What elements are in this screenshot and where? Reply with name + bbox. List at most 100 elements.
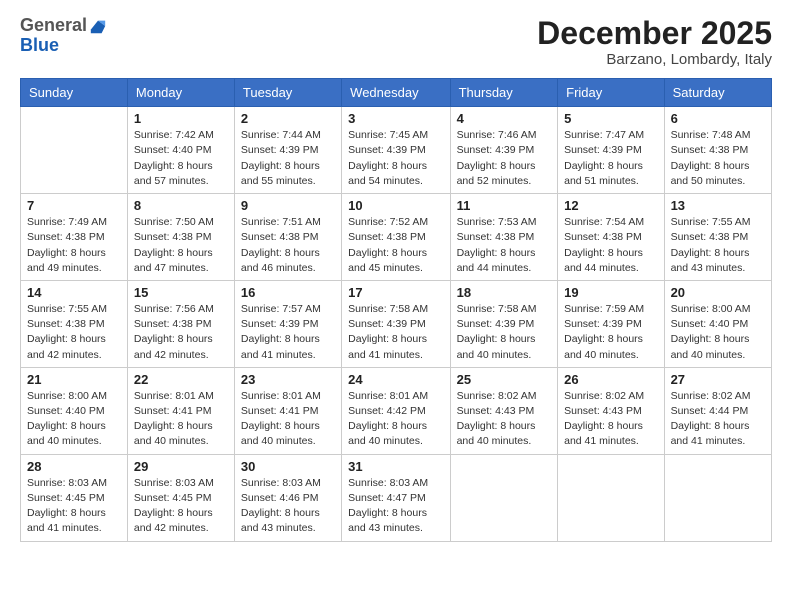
day-number: 13 <box>671 198 765 213</box>
day-info: Sunrise: 8:00 AMSunset: 4:40 PMDaylight:… <box>671 302 765 363</box>
calendar-cell: 9 Sunrise: 7:51 AMSunset: 4:38 PMDaylight… <box>234 194 341 281</box>
day-number: 6 <box>671 111 765 126</box>
calendar-cell: 2 Sunrise: 7:44 AMSunset: 4:39 PMDaylight… <box>234 107 341 194</box>
day-info: Sunrise: 7:45 AMSunset: 4:39 PMDaylight:… <box>348 128 443 189</box>
day-number: 30 <box>241 459 335 474</box>
day-info: Sunrise: 8:03 AMSunset: 4:45 PMDaylight:… <box>134 476 228 537</box>
calendar-cell <box>21 107 128 194</box>
day-number: 2 <box>241 111 335 126</box>
day-number: 20 <box>671 285 765 300</box>
calendar-cell: 19 Sunrise: 7:59 AMSunset: 4:39 PMDayligh… <box>558 280 664 367</box>
day-info: Sunrise: 7:42 AMSunset: 4:40 PMDaylight:… <box>134 128 228 189</box>
day-number: 24 <box>348 372 443 387</box>
calendar-cell: 27Sunrise: 8:02 AMSunset: 4:44 PMDayligh… <box>664 367 771 454</box>
calendar-cell: 30 Sunrise: 8:03 AMSunset: 4:46 PMDayligh… <box>234 454 341 541</box>
day-number: 5 <box>564 111 657 126</box>
calendar-cell: 11Sunrise: 7:53 AMSunset: 4:38 PMDayligh… <box>450 194 558 281</box>
day-number: 9 <box>241 198 335 213</box>
day-info: Sunrise: 7:52 AMSunset: 4:38 PMDaylight:… <box>348 215 443 276</box>
calendar-cell <box>450 454 558 541</box>
day-info: Sunrise: 7:51 AMSunset: 4:38 PMDaylight:… <box>241 215 335 276</box>
day-info: Sunrise: 8:02 AMSunset: 4:43 PMDaylight:… <box>564 389 657 450</box>
day-info: Sunrise: 8:02 AMSunset: 4:43 PMDaylight:… <box>457 389 552 450</box>
day-number: 14 <box>27 285 121 300</box>
day-info: Sunrise: 7:58 AMSunset: 4:39 PMDaylight:… <box>348 302 443 363</box>
calendar-cell: 13 Sunrise: 7:55 AMSunset: 4:38 PMDayligh… <box>664 194 771 281</box>
calendar-cell: 7Sunrise: 7:49 AMSunset: 4:38 PMDaylight… <box>21 194 128 281</box>
day-info: Sunrise: 8:03 AMSunset: 4:45 PMDaylight:… <box>27 476 121 537</box>
weekday-monday: Monday <box>127 79 234 107</box>
calendar-cell: 20 Sunrise: 8:00 AMSunset: 4:40 PMDayligh… <box>664 280 771 367</box>
month-title: December 2025 <box>537 16 772 51</box>
day-info: Sunrise: 7:55 AMSunset: 4:38 PMDaylight:… <box>27 302 121 363</box>
weekday-thursday: Thursday <box>450 79 558 107</box>
calendar-cell: 6 Sunrise: 7:48 AMSunset: 4:38 PMDaylight… <box>664 107 771 194</box>
day-info: Sunrise: 8:03 AMSunset: 4:46 PMDaylight:… <box>241 476 335 537</box>
calendar-week-row: 28 Sunrise: 8:03 AMSunset: 4:45 PMDayligh… <box>21 454 772 541</box>
day-number: 18 <box>457 285 552 300</box>
day-info: Sunrise: 7:57 AMSunset: 4:39 PMDaylight:… <box>241 302 335 363</box>
day-info: Sunrise: 8:01 AMSunset: 4:41 PMDaylight:… <box>241 389 335 450</box>
day-info: Sunrise: 7:54 AMSunset: 4:38 PMDaylight:… <box>564 215 657 276</box>
calendar-cell: 8Sunrise: 7:50 AMSunset: 4:38 PMDaylight… <box>127 194 234 281</box>
day-number: 19 <box>564 285 657 300</box>
day-number: 7 <box>27 198 121 213</box>
weekday-wednesday: Wednesday <box>342 79 450 107</box>
logo-general-text: General <box>20 16 87 36</box>
day-number: 11 <box>457 198 552 213</box>
calendar-cell: 17 Sunrise: 7:58 AMSunset: 4:39 PMDayligh… <box>342 280 450 367</box>
calendar-week-row: 14 Sunrise: 7:55 AMSunset: 4:38 PMDayligh… <box>21 280 772 367</box>
day-info: Sunrise: 8:01 AMSunset: 4:41 PMDaylight:… <box>134 389 228 450</box>
day-info: Sunrise: 8:02 AMSunset: 4:44 PMDaylight:… <box>671 389 765 450</box>
day-info: Sunrise: 7:46 AMSunset: 4:39 PMDaylight:… <box>457 128 552 189</box>
day-number: 4 <box>457 111 552 126</box>
calendar-cell: 31 Sunrise: 8:03 AMSunset: 4:47 PMDayligh… <box>342 454 450 541</box>
calendar-week-row: 1Sunrise: 7:42 AMSunset: 4:40 PMDaylight… <box>21 107 772 194</box>
day-info: Sunrise: 8:00 AMSunset: 4:40 PMDaylight:… <box>27 389 121 450</box>
day-number: 29 <box>134 459 228 474</box>
day-info: Sunrise: 7:44 AMSunset: 4:39 PMDaylight:… <box>241 128 335 189</box>
day-info: Sunrise: 8:01 AMSunset: 4:42 PMDaylight:… <box>348 389 443 450</box>
calendar-cell: 25Sunrise: 8:02 AMSunset: 4:43 PMDayligh… <box>450 367 558 454</box>
day-number: 31 <box>348 459 443 474</box>
day-info: Sunrise: 8:03 AMSunset: 4:47 PMDaylight:… <box>348 476 443 537</box>
calendar-cell: 23 Sunrise: 8:01 AMSunset: 4:41 PMDayligh… <box>234 367 341 454</box>
day-number: 10 <box>348 198 443 213</box>
calendar-cell: 22Sunrise: 8:01 AMSunset: 4:41 PMDayligh… <box>127 367 234 454</box>
header: General Blue December 2025 Barzano, Lomb… <box>20 16 772 68</box>
day-number: 16 <box>241 285 335 300</box>
day-number: 26 <box>564 372 657 387</box>
calendar-cell: 3Sunrise: 7:45 AMSunset: 4:39 PMDaylight… <box>342 107 450 194</box>
page-container: General Blue December 2025 Barzano, Lomb… <box>0 0 792 552</box>
day-number: 17 <box>348 285 443 300</box>
calendar-cell: 24 Sunrise: 8:01 AMSunset: 4:42 PMDayligh… <box>342 367 450 454</box>
day-info: Sunrise: 7:56 AMSunset: 4:38 PMDaylight:… <box>134 302 228 363</box>
calendar-cell: 5 Sunrise: 7:47 AMSunset: 4:39 PMDaylight… <box>558 107 664 194</box>
day-number: 21 <box>27 372 121 387</box>
logo: General Blue <box>20 16 107 56</box>
weekday-saturday: Saturday <box>664 79 771 107</box>
weekday-sunday: Sunday <box>21 79 128 107</box>
day-info: Sunrise: 7:47 AMSunset: 4:39 PMDaylight:… <box>564 128 657 189</box>
calendar-cell: 29 Sunrise: 8:03 AMSunset: 4:45 PMDayligh… <box>127 454 234 541</box>
calendar-cell: 1Sunrise: 7:42 AMSunset: 4:40 PMDaylight… <box>127 107 234 194</box>
day-number: 12 <box>564 198 657 213</box>
logo-icon <box>89 17 107 35</box>
calendar-cell: 28 Sunrise: 8:03 AMSunset: 4:45 PMDayligh… <box>21 454 128 541</box>
day-info: Sunrise: 7:59 AMSunset: 4:39 PMDaylight:… <box>564 302 657 363</box>
day-number: 23 <box>241 372 335 387</box>
title-block: December 2025 Barzano, Lombardy, Italy <box>537 16 772 68</box>
calendar-week-row: 7Sunrise: 7:49 AMSunset: 4:38 PMDaylight… <box>21 194 772 281</box>
calendar-body: 1Sunrise: 7:42 AMSunset: 4:40 PMDaylight… <box>21 107 772 541</box>
calendar-cell: 16 Sunrise: 7:57 AMSunset: 4:39 PMDayligh… <box>234 280 341 367</box>
calendar-cell: 21 Sunrise: 8:00 AMSunset: 4:40 PMDayligh… <box>21 367 128 454</box>
day-info: Sunrise: 7:58 AMSunset: 4:39 PMDaylight:… <box>457 302 552 363</box>
day-info: Sunrise: 7:48 AMSunset: 4:38 PMDaylight:… <box>671 128 765 189</box>
day-info: Sunrise: 7:55 AMSunset: 4:38 PMDaylight:… <box>671 215 765 276</box>
calendar-cell: 15Sunrise: 7:56 AMSunset: 4:38 PMDayligh… <box>127 280 234 367</box>
logo-blue-text: Blue <box>20 35 59 55</box>
calendar-header: Sunday Monday Tuesday Wednesday Thursday… <box>21 79 772 107</box>
weekday-tuesday: Tuesday <box>234 79 341 107</box>
day-number: 28 <box>27 459 121 474</box>
calendar-cell: 18 Sunrise: 7:58 AMSunset: 4:39 PMDayligh… <box>450 280 558 367</box>
